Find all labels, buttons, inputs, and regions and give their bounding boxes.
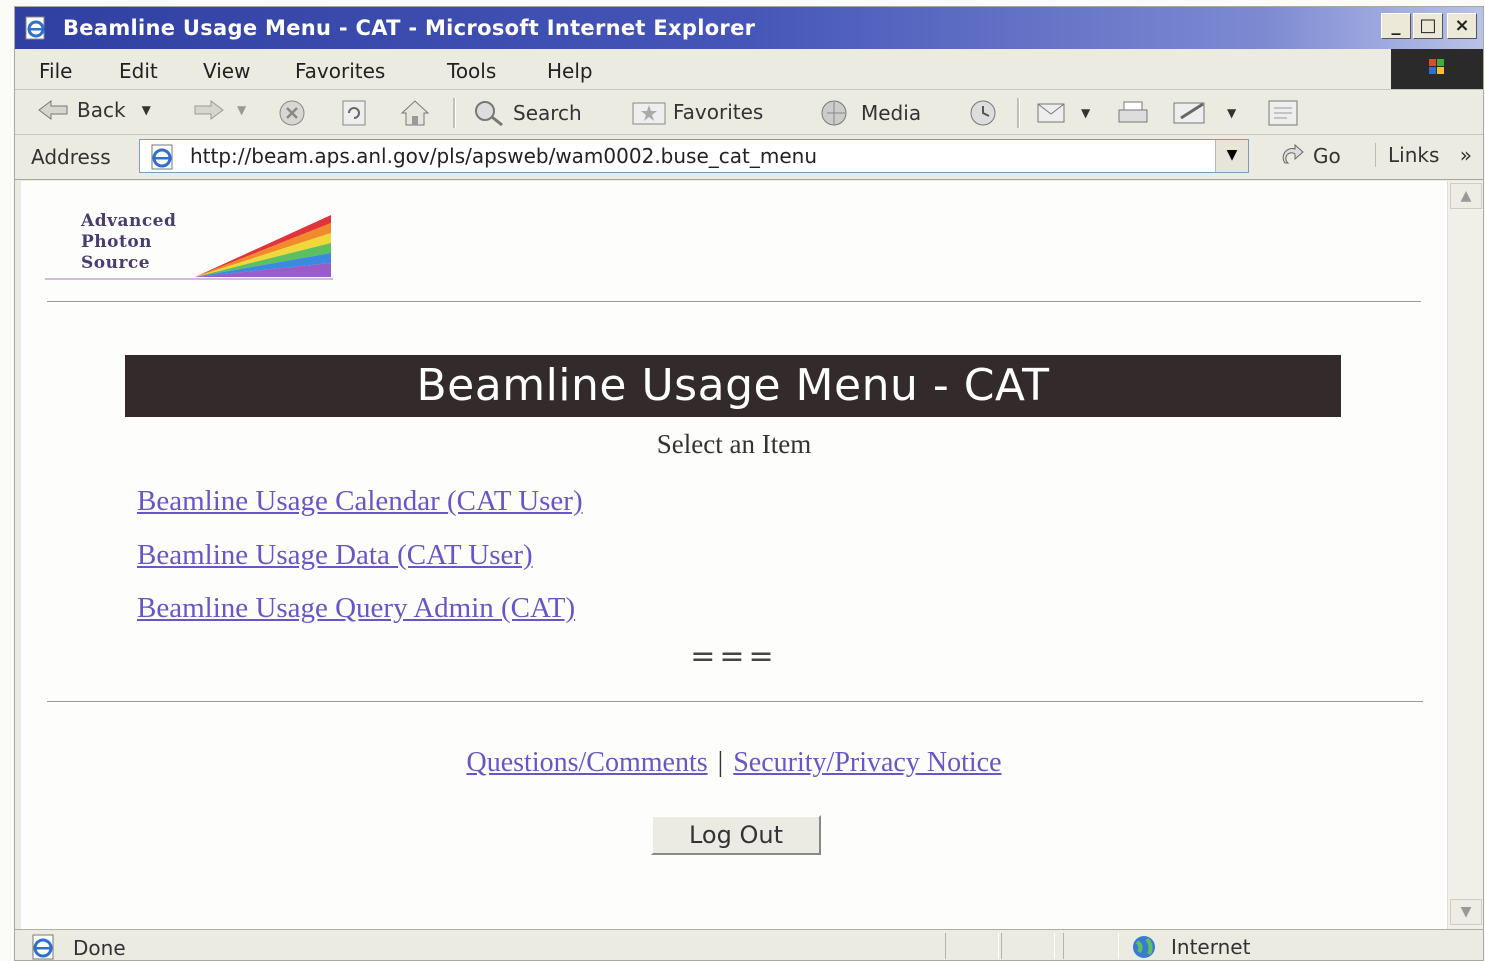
select-an-item-label: Select an Item xyxy=(656,429,812,459)
window-title: Beamline Usage Menu - CAT - Microsoft In… xyxy=(63,16,756,40)
separator-text: === xyxy=(690,639,778,674)
menu-tools[interactable]: Tools xyxy=(447,59,496,83)
discuss-icon xyxy=(1268,100,1298,126)
history-icon xyxy=(970,100,996,126)
media-icon xyxy=(821,100,847,126)
menu-file[interactable]: File xyxy=(39,59,72,83)
favorites-star-icon xyxy=(632,102,666,125)
stop-icon xyxy=(279,100,305,126)
menu-bar: File Edit View Favorites Tools Help xyxy=(15,49,1483,90)
go-arrow-icon xyxy=(1282,143,1304,164)
menu-view[interactable]: View xyxy=(203,59,250,83)
top-divider xyxy=(47,301,1421,303)
scroll-down-icon[interactable]: ▼ xyxy=(1450,899,1482,925)
print-button[interactable] xyxy=(1113,98,1153,128)
back-arrow-icon xyxy=(38,100,68,120)
ie-page-icon xyxy=(25,16,45,40)
status-panel xyxy=(1001,933,1055,959)
address-label: Address xyxy=(31,145,111,169)
bottom-divider xyxy=(47,701,1423,703)
forward-arrow-icon xyxy=(194,100,224,120)
link-usage-query-admin[interactable]: Beamline Usage Query Admin (CAT) xyxy=(137,592,575,625)
security-zone: Internet xyxy=(1127,934,1250,960)
media-label: Media xyxy=(861,101,922,125)
close-button[interactable]: × xyxy=(1447,13,1477,39)
page-icon xyxy=(151,144,173,170)
mail-dropdown-icon[interactable]: ▼ xyxy=(1081,106,1090,120)
print-icon xyxy=(1118,101,1148,123)
vertical-scrollbar[interactable]: ▲ ▼ xyxy=(1447,181,1483,929)
page-heading: Beamline Usage Menu - CAT xyxy=(125,355,1341,417)
media-button[interactable]: Media xyxy=(817,98,921,128)
page-content: Advanced Photon Source Beamline Usage Me… xyxy=(21,181,1447,929)
back-dropdown-icon[interactable]: ▼ xyxy=(142,103,151,117)
logo-text-line-1: Advanced xyxy=(81,211,177,231)
browser-window: Beamline Usage Menu - CAT - Microsoft In… xyxy=(14,6,1484,961)
forward-button[interactable]: ▼ xyxy=(191,98,246,122)
forward-dropdown-icon[interactable]: ▼ xyxy=(237,103,246,117)
toolbar: Back ▼ ▼ Search Favorites Media ▼ ▼ xyxy=(15,90,1483,135)
toolbar-separator xyxy=(453,98,456,128)
stop-button[interactable] xyxy=(277,98,307,128)
address-bar: Address http://beam.aps.anl.gov/pls/apsw… xyxy=(15,135,1483,180)
edit-page-icon xyxy=(1173,102,1205,124)
scroll-up-icon[interactable]: ▲ xyxy=(1450,183,1482,209)
menu-edit[interactable]: Edit xyxy=(119,59,158,83)
link-usage-calendar[interactable]: Beamline Usage Calendar (CAT User) xyxy=(137,485,583,518)
address-input[interactable]: http://beam.aps.anl.gov/pls/apsweb/wam00… xyxy=(139,139,1249,173)
status-panel xyxy=(1063,933,1119,959)
mail-button[interactable]: ▼ xyxy=(1035,98,1090,128)
search-label: Search xyxy=(513,101,582,125)
zone-label: Internet xyxy=(1171,935,1251,959)
maximize-button[interactable]: □ xyxy=(1413,13,1443,39)
mail-icon xyxy=(1037,103,1065,123)
links-button[interactable]: Links » xyxy=(1375,143,1472,167)
questions-comments-link[interactable]: Questions/Comments xyxy=(467,747,708,778)
globe-icon xyxy=(1133,936,1155,958)
status-text: Done xyxy=(73,936,126,960)
search-icon xyxy=(475,101,503,127)
back-label: Back xyxy=(77,98,126,122)
minimize-button[interactable]: _ xyxy=(1381,13,1411,39)
aps-logo: Advanced Photon Source xyxy=(45,209,333,281)
menu-favorites[interactable]: Favorites xyxy=(295,59,385,83)
refresh-icon xyxy=(342,100,366,126)
address-dropdown-icon[interactable]: ▼ xyxy=(1215,140,1248,172)
refresh-button[interactable] xyxy=(339,98,369,128)
footer-divider: | xyxy=(717,747,724,778)
title-bar[interactable]: Beamline Usage Menu - CAT - Microsoft In… xyxy=(15,7,1483,49)
back-button[interactable]: Back ▼ xyxy=(37,98,151,122)
home-icon xyxy=(400,100,430,126)
status-bar: Done Internet xyxy=(15,929,1483,960)
favorites-label: Favorites xyxy=(673,100,764,124)
go-button[interactable]: Go xyxy=(1279,143,1341,169)
security-privacy-link[interactable]: Security/Privacy Notice xyxy=(733,747,1001,778)
windows-logo-icon xyxy=(1391,49,1483,89)
footer-links: Questions/Comments | Security/Privacy Noti… xyxy=(21,747,1447,779)
history-button[interactable] xyxy=(963,98,1003,128)
toolbar-separator xyxy=(1017,98,1020,128)
status-page-icon xyxy=(32,934,54,960)
address-url[interactable]: http://beam.aps.anl.gov/pls/apsweb/wam00… xyxy=(190,144,817,168)
edit-dropdown-icon[interactable]: ▼ xyxy=(1227,106,1236,120)
logo-text-line-3: Source xyxy=(81,253,151,273)
favorites-button[interactable]: Favorites xyxy=(631,98,763,126)
links-chevron-icon: » xyxy=(1459,143,1472,167)
discuss-button[interactable] xyxy=(1265,98,1305,128)
logo-text-line-2: Photon xyxy=(81,232,153,252)
logout-button[interactable]: Log Out xyxy=(651,815,821,855)
menu-help[interactable]: Help xyxy=(547,59,593,83)
home-button[interactable] xyxy=(399,98,431,128)
search-button[interactable]: Search xyxy=(471,98,582,128)
links-label: Links xyxy=(1388,143,1440,167)
edit-button[interactable]: ▼ xyxy=(1171,98,1236,128)
status-panel xyxy=(945,933,999,959)
go-label: Go xyxy=(1313,144,1341,168)
link-usage-data[interactable]: Beamline Usage Data (CAT User) xyxy=(137,539,533,572)
